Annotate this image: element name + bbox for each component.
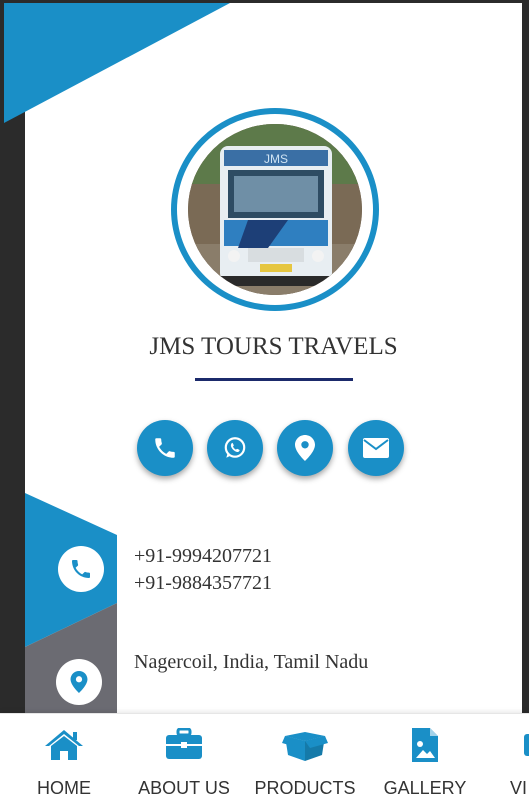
call-button[interactable]: [137, 420, 193, 476]
image-file-icon: [412, 728, 438, 762]
phone-list: +91-9994207721 +91-9884357721: [134, 543, 272, 597]
envelope-icon: [363, 438, 389, 458]
avatar: JMS: [171, 108, 379, 311]
phone-number-1[interactable]: +91-9994207721: [134, 543, 272, 570]
phone-info-icon-circle: [58, 546, 104, 592]
map-pin-icon: [295, 435, 315, 461]
video-icon: [524, 734, 529, 756]
home-icon: [45, 730, 83, 760]
nav-item-about[interactable]: ABOUT US: [124, 714, 244, 806]
nav-label-videos: VI: [510, 778, 528, 798]
box-icon: [282, 732, 328, 761]
nav-item-home[interactable]: HOME: [4, 714, 124, 806]
nav-label-home: HOME: [37, 778, 91, 798]
phone-number-2[interactable]: +91-9884357721: [134, 570, 272, 597]
nav-label-gallery: GALLERY: [383, 778, 467, 798]
svg-text:JMS: JMS: [264, 152, 288, 166]
nav-item-gallery[interactable]: GALLERY: [366, 714, 484, 806]
address-text: Nagercoil, India, Tamil Nadu: [134, 651, 369, 673]
nav-label-products: PRODUCTS: [254, 778, 356, 798]
corner-decoration: [4, 3, 230, 123]
nav-item-products[interactable]: PRODUCTS: [244, 714, 366, 806]
map-pin-icon: [70, 671, 88, 693]
bus-photo: JMS: [188, 124, 362, 295]
location-button[interactable]: [277, 420, 333, 476]
nav-item-videos[interactable]: VI: [484, 714, 529, 806]
nav-label-about: ABOUT US: [138, 778, 230, 798]
whatsapp-icon: [224, 437, 246, 458]
phone-icon: [72, 560, 90, 578]
phone-icon: [155, 438, 175, 458]
whatsapp-button[interactable]: [207, 420, 263, 476]
title-underline: [195, 378, 353, 381]
location-info-icon-circle: [56, 659, 102, 705]
email-button[interactable]: [348, 420, 404, 476]
business-name: JMS TOURS TRAVELS: [149, 333, 398, 360]
bottom-nav: HOME ABOUT US PRODUCTS GALLERY VI: [0, 713, 529, 806]
briefcase-icon: [166, 728, 202, 759]
